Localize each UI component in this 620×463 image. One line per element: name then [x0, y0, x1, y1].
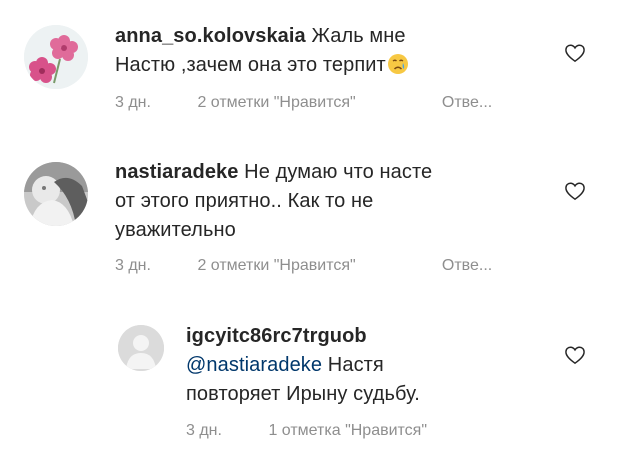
comment-item: nastiaradeke Не думаю что насте от этого… — [0, 140, 620, 290]
comment-text-line: Настя — [327, 354, 384, 376]
comment-username[interactable]: nastiaradeke — [115, 161, 239, 183]
comment-text-line: Настю ,зачем она это терпит — [115, 54, 386, 76]
comment-time: 3 дн. — [186, 422, 222, 439]
comment-text-line: повторяет Ирыну судьбу. — [186, 383, 420, 405]
like-heart-icon[interactable] — [564, 345, 586, 365]
comment-text-line: уважительно — [115, 219, 236, 241]
avatar[interactable] — [24, 162, 88, 226]
comment-username[interactable]: anna_so.kolovskaia — [115, 25, 306, 47]
avatar-photo-image — [24, 162, 88, 226]
reply-button[interactable]: Отве... — [442, 94, 492, 112]
reply-button[interactable]: Отве... — [442, 257, 492, 275]
comment-likes-count[interactable]: 2 отметки "Нравится" — [197, 94, 427, 112]
comment-likes-count[interactable]: 1 отметка "Нравится" — [268, 422, 427, 440]
comment-text: anna_so.kolovskaia Жаль мне Настю ,зачем… — [115, 22, 515, 80]
comment-time: 3 дн. — [115, 94, 151, 111]
default-avatar-icon — [118, 325, 164, 371]
crying-face-emoji-icon — [387, 54, 408, 74]
comment-item: anna_so.kolovskaia Жаль мне Настю ,зачем… — [0, 0, 620, 130]
reply-comment-item: igcyitc86rc7trguob @nastiaradeke Настя п… — [0, 300, 620, 463]
comment-mention-link[interactable]: @nastiaradeke — [186, 354, 322, 376]
avatar[interactable] — [24, 25, 88, 89]
comment-meta: 3 дн. 1 отметка "Нравится" — [186, 422, 427, 440]
like-heart-icon[interactable] — [564, 43, 586, 63]
comment-text: igcyitc86rc7trguob @nastiaradeke Настя п… — [186, 322, 546, 409]
like-heart-icon[interactable] — [564, 181, 586, 201]
comment-meta: 3 дн. 2 отметки "Нравится" Отве... — [115, 257, 492, 275]
comment-time: 3 дн. — [115, 257, 151, 274]
comment-text-line: от этого приятно.. Как то не — [115, 190, 374, 212]
comment-meta: 3 дн. 2 отметки "Нравится" Отве... — [115, 94, 492, 112]
comment-text: nastiaradeke Не думаю что насте от этого… — [115, 158, 535, 245]
avatar-flower-image — [24, 25, 88, 89]
comment-text-line: Не думаю что насте — [244, 161, 433, 183]
comment-text-line: Жаль мне — [311, 25, 406, 47]
avatar[interactable] — [118, 325, 164, 371]
comment-username[interactable]: igcyitc86rc7trguob — [186, 325, 367, 347]
comment-likes-count[interactable]: 2 отметки "Нравится" — [197, 257, 427, 275]
